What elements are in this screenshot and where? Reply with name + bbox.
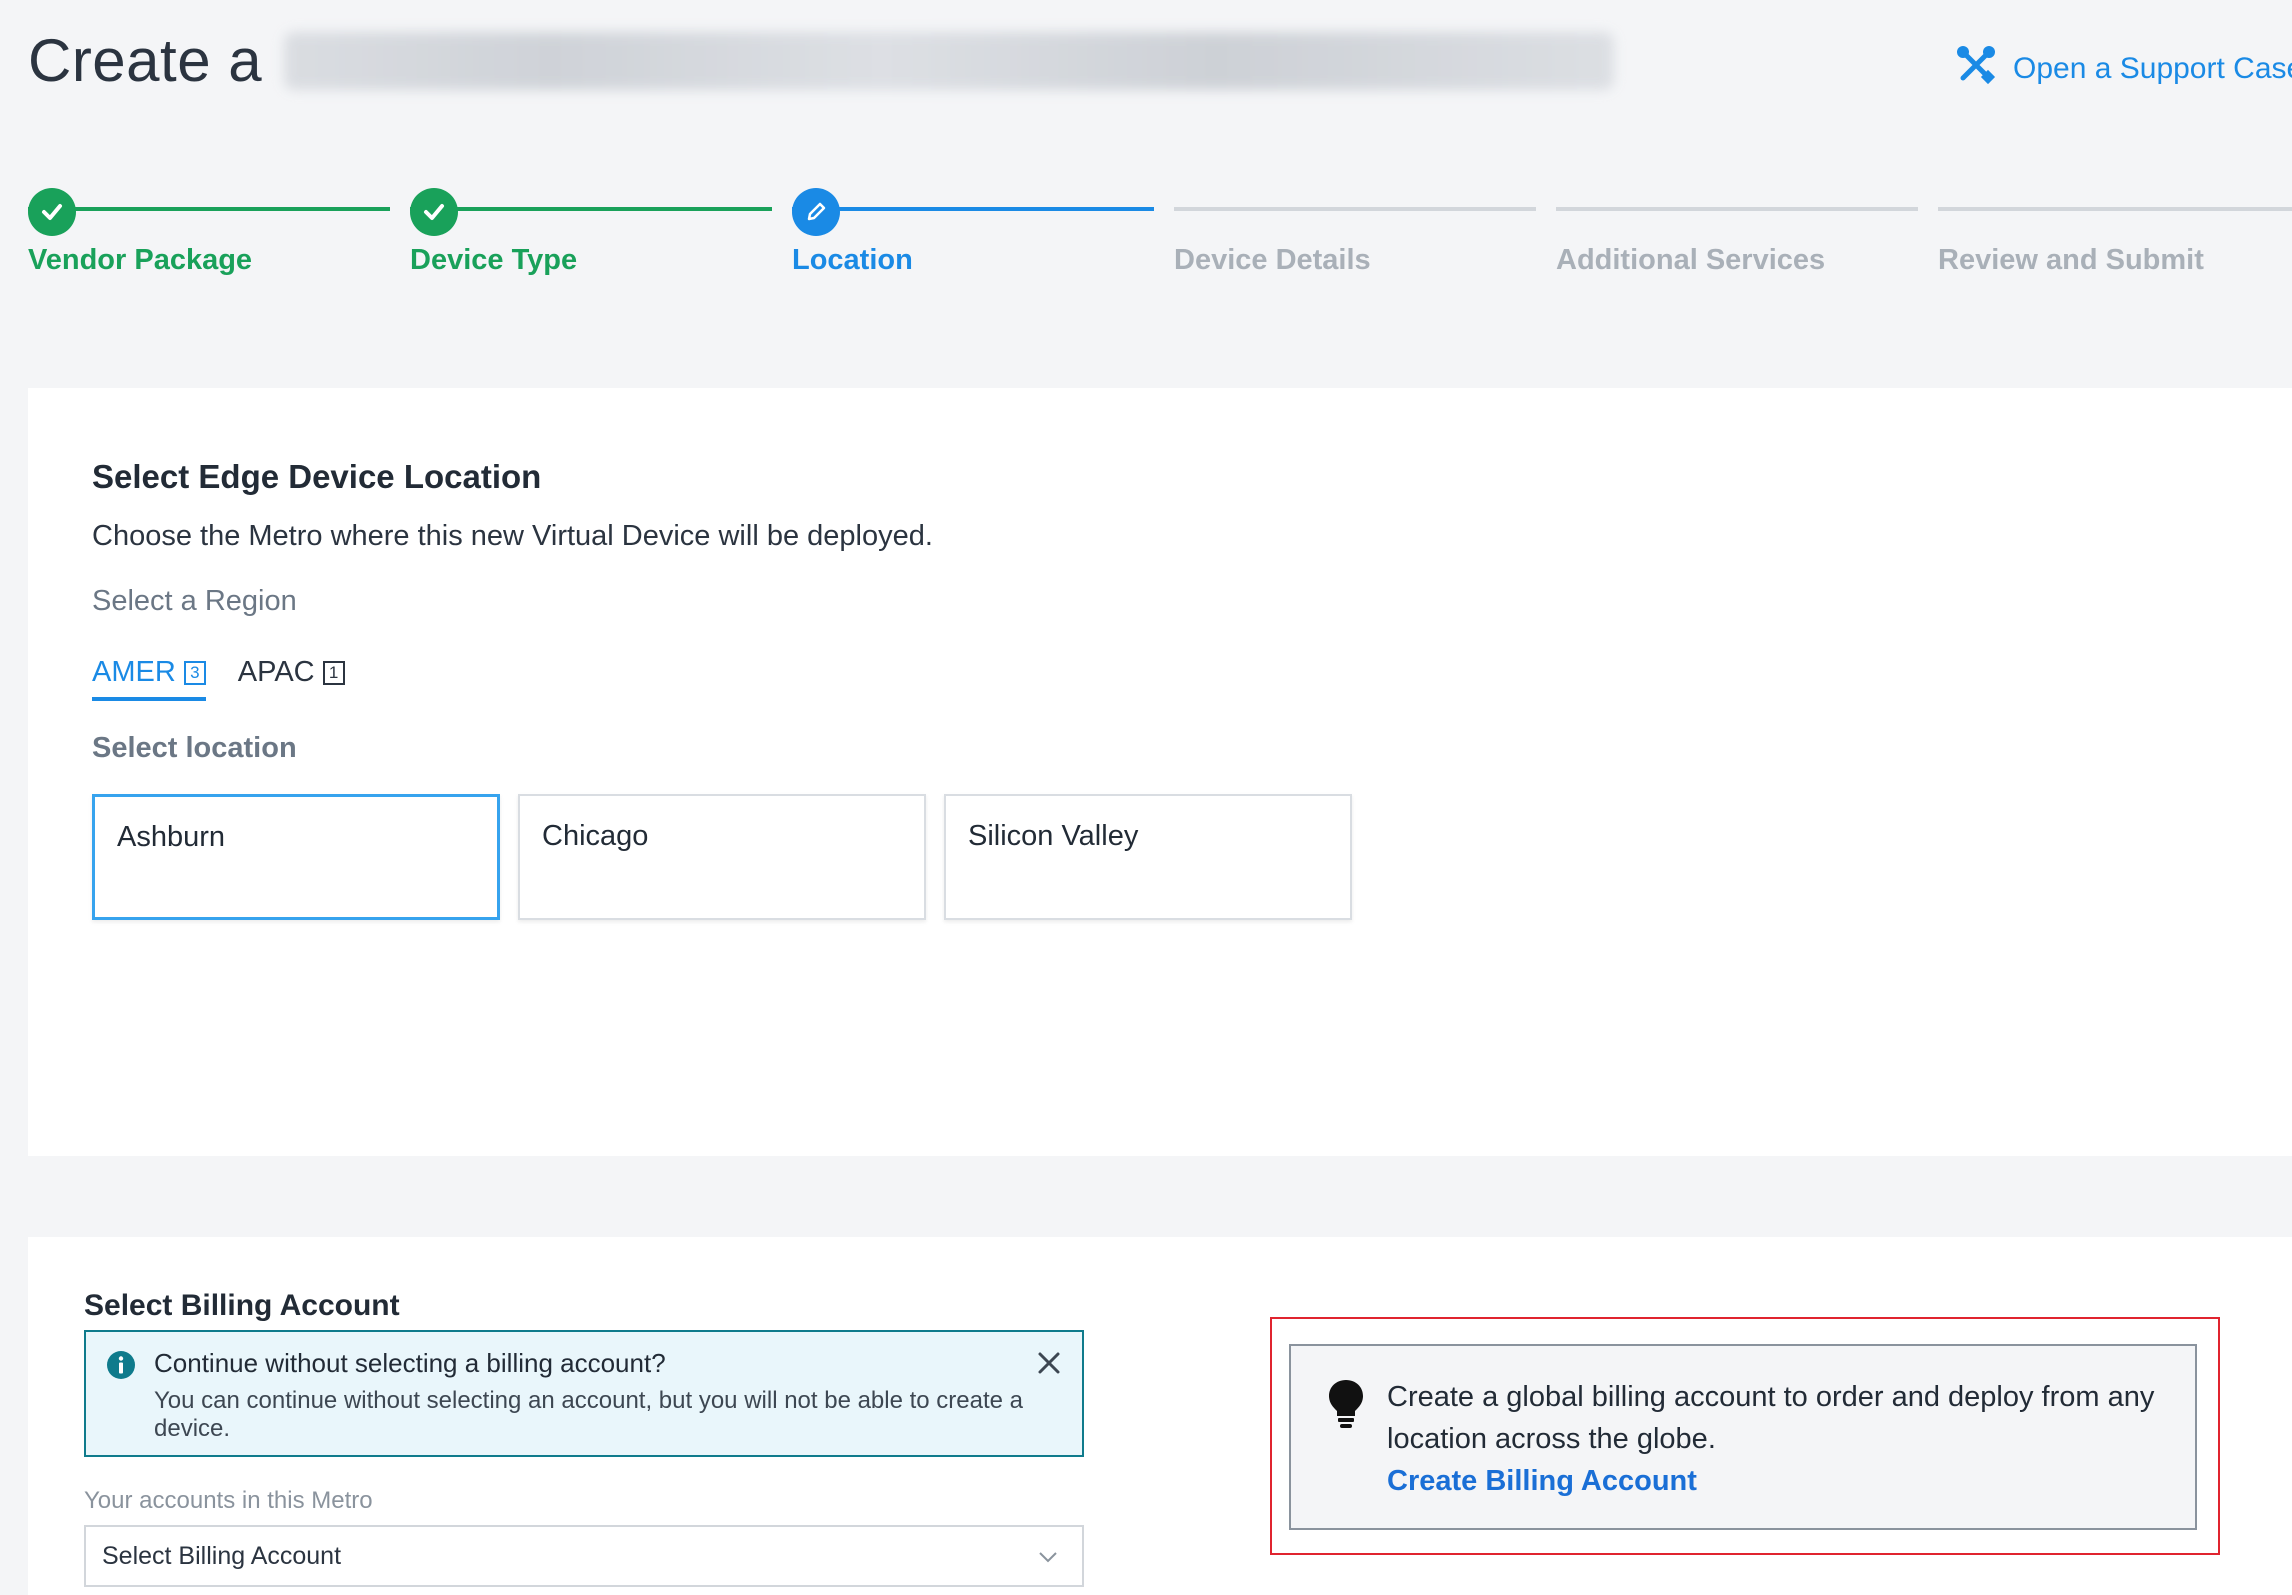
step-line bbox=[792, 207, 1154, 211]
info-icon bbox=[106, 1350, 136, 1385]
location-grid: Ashburn Chicago Silicon Valley bbox=[92, 794, 1352, 920]
count-badge: 1 bbox=[322, 660, 345, 685]
step-review-and-submit: Review and Submit bbox=[1938, 188, 2292, 288]
close-icon[interactable] bbox=[1036, 1350, 1062, 1381]
step-line bbox=[410, 207, 772, 211]
check-icon bbox=[28, 188, 76, 236]
step-line bbox=[1938, 207, 2292, 211]
tab-apac[interactable]: APAC 1 bbox=[238, 656, 345, 701]
pencil-icon bbox=[792, 188, 840, 236]
location-tile-ashburn[interactable]: Ashburn bbox=[92, 794, 500, 920]
location-section-title: Select Edge Device Location bbox=[92, 458, 542, 495]
billing-section-title: Select Billing Account bbox=[84, 1289, 400, 1322]
billing-tip-box: Create a global billing account to order… bbox=[1289, 1344, 2197, 1530]
redacted-product-name bbox=[284, 31, 1615, 90]
check-icon bbox=[410, 188, 458, 236]
location-description: Choose the Metro where this new Virtual … bbox=[92, 520, 933, 552]
tab-label: APAC bbox=[237, 656, 315, 688]
step-line bbox=[1174, 207, 1536, 211]
step-vendor-package[interactable]: Vendor Package bbox=[28, 188, 390, 288]
step-label: Review and Submit bbox=[1938, 244, 2204, 276]
step-label: Vendor Package bbox=[28, 244, 253, 276]
create-billing-account-link[interactable]: Create Billing Account bbox=[1387, 1460, 1697, 1502]
alert-title: Continue without selecting a billing acc… bbox=[154, 1348, 666, 1378]
tab-amer[interactable]: AMER 3 bbox=[92, 656, 206, 701]
page-title: Create a bbox=[28, 26, 1615, 95]
step-label: Location bbox=[792, 244, 913, 276]
chevron-down-icon bbox=[1036, 1545, 1060, 1576]
progress-stepper: Vendor Package Device Type Location Devi… bbox=[28, 188, 2292, 288]
step-device-type[interactable]: Device Type bbox=[410, 188, 772, 288]
count-badge: 3 bbox=[183, 660, 206, 685]
step-additional-services: Additional Services bbox=[1556, 188, 1918, 288]
open-support-case-link[interactable]: Open a Support Case bbox=[1955, 44, 2292, 94]
select-value: Select Billing Account bbox=[102, 1541, 342, 1570]
page-title-text: Create a bbox=[28, 27, 263, 94]
step-label: Device Details bbox=[1174, 244, 1371, 276]
location-tile-silicon-valley[interactable]: Silicon Valley bbox=[944, 794, 1352, 920]
region-tabs: AMER 3 APAC 1 bbox=[92, 656, 345, 701]
tools-icon bbox=[1955, 44, 1997, 94]
step-line bbox=[1556, 207, 1918, 211]
step-location[interactable]: Location bbox=[792, 188, 1154, 288]
region-label: Select a Region bbox=[92, 585, 297, 617]
support-link-label: Open a Support Case bbox=[2013, 52, 2292, 85]
location-tile-chicago[interactable]: Chicago bbox=[518, 794, 926, 920]
tip-text: Create a global billing account to order… bbox=[1387, 1381, 2155, 1455]
billing-account-select[interactable]: Select Billing Account bbox=[84, 1525, 1084, 1587]
accounts-label: Your accounts in this Metro bbox=[84, 1487, 373, 1514]
step-line bbox=[28, 207, 390, 211]
step-label: Device Type bbox=[410, 244, 578, 276]
alert-body: You can continue without selecting an ac… bbox=[154, 1387, 1024, 1442]
location-card: Select Edge Device Location Choose the M… bbox=[28, 388, 2292, 1156]
step-label: Additional Services bbox=[1556, 244, 1826, 276]
step-device-details: Device Details bbox=[1174, 188, 1536, 288]
billing-info-alert: Continue without selecting a billing acc… bbox=[84, 1330, 1084, 1457]
select-location-label: Select location bbox=[92, 732, 297, 764]
lightbulb-icon bbox=[1327, 1378, 1365, 1435]
tab-label: AMER bbox=[92, 656, 176, 688]
